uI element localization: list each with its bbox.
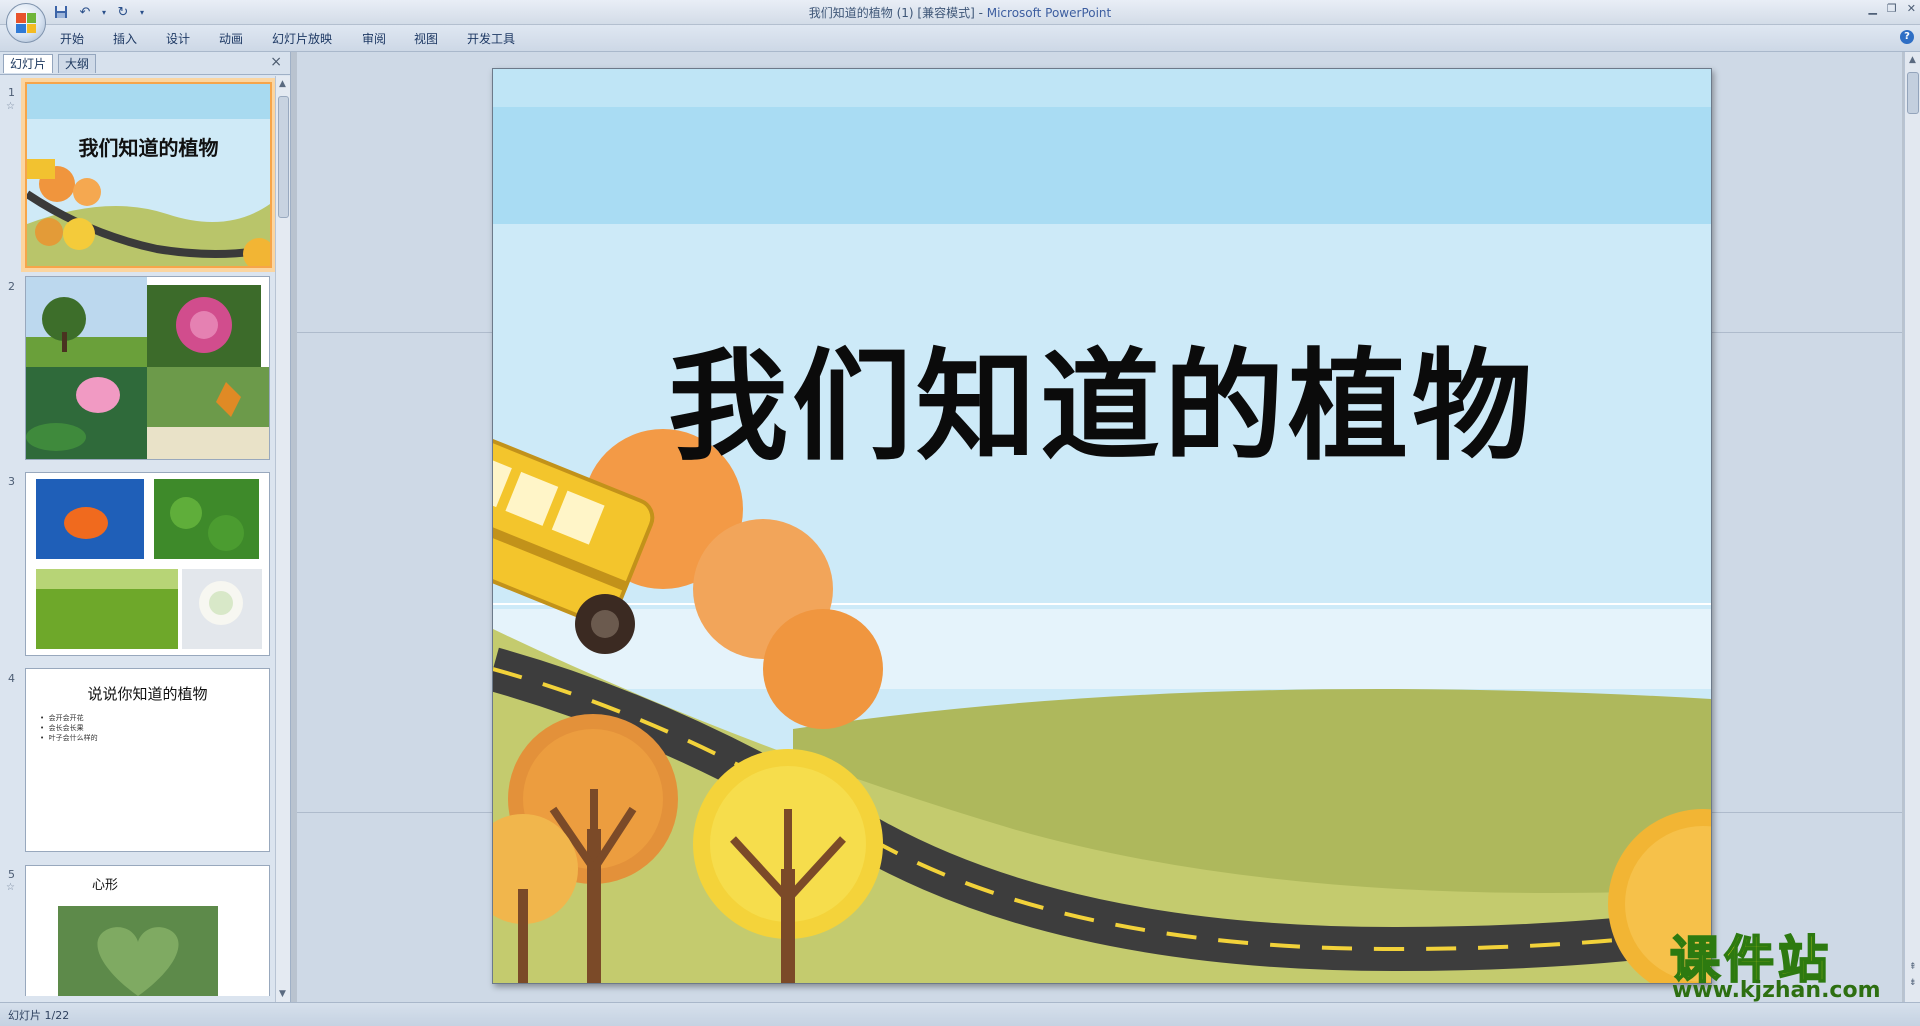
status-bar: 幻灯片 1/22 xyxy=(0,1002,1920,1026)
slide-number: 3 xyxy=(8,475,15,488)
slide-2-thumb-art xyxy=(26,277,269,459)
pane-tabs: 幻灯片 大纲 × xyxy=(0,52,290,75)
slide-title[interactable]: 我们知道的植物 xyxy=(493,309,1711,483)
office-button[interactable] xyxy=(6,3,46,43)
slide-thumbnail-list: 1 ☆ 我们知道的植物 2 3 4 说说你知道的植物 • 会开会开花 • 会长会… xyxy=(0,76,275,996)
slide-number: 5 xyxy=(8,868,15,881)
current-slide[interactable]: 我们知道的植物 xyxy=(492,68,1712,984)
help-icon[interactable]: ? xyxy=(1900,30,1914,44)
tab-view[interactable]: 视图 xyxy=(414,30,438,47)
slide-thumbnail-5[interactable]: 心形 xyxy=(25,865,270,996)
bullet-item: • 叶子会什么样的 xyxy=(40,734,98,742)
window-controls: ▁ ❐ ✕ xyxy=(1868,2,1916,15)
close-icon[interactable]: ✕ xyxy=(1907,2,1916,15)
main-vertical-scrollbar[interactable]: ▲ ⇞ ⇟ xyxy=(1904,52,1920,1002)
tab-insert[interactable]: 插入 xyxy=(113,30,137,47)
next-slide-icon[interactable]: ⇟ xyxy=(1909,978,1917,988)
bullet-item: • 会长会长果 xyxy=(40,724,84,732)
tab-animations[interactable]: 动画 xyxy=(219,30,243,47)
animation-star-icon: ☆ xyxy=(6,101,15,112)
tab-home[interactable]: 开始 xyxy=(60,30,84,47)
slide-thumbnail-1[interactable]: 我们知道的植物 xyxy=(25,82,272,268)
app-name: Microsoft PowerPoint xyxy=(986,6,1112,20)
restore-icon[interactable]: ❐ xyxy=(1887,2,1897,15)
tab-slides[interactable]: 幻灯片 xyxy=(3,54,54,73)
office-logo-icon xyxy=(16,13,36,33)
bullet-item: • 会开会开花 xyxy=(40,714,84,722)
slides-pane: 幻灯片 大纲 × 1 ☆ 我们知道的植物 2 3 4 说说你知道的植物 • 会开… xyxy=(0,52,291,1002)
slide-thumbnail-4[interactable]: 说说你知道的植物 • 会开会开花 • 会长会长果 • 叶子会什么样的 xyxy=(25,668,270,852)
slide-3-thumb-art xyxy=(26,473,269,655)
window-title: 我们知道的植物 (1) [兼容模式] - Microsoft PowerPoin… xyxy=(0,4,1920,21)
tab-design[interactable]: 设计 xyxy=(166,30,190,47)
slide-number: 1 xyxy=(8,86,15,99)
slide-thumbnail-3[interactable] xyxy=(25,472,270,656)
scroll-down-arrow-icon[interactable]: ▼ xyxy=(279,989,286,999)
pane-close-icon[interactable]: × xyxy=(270,54,282,70)
tab-outline[interactable]: 大纲 xyxy=(58,54,97,73)
slide-thumbnail-2[interactable] xyxy=(25,276,270,460)
minimize-icon[interactable]: ▁ xyxy=(1868,2,1876,15)
slide-1-thumb-art xyxy=(27,84,270,266)
scroll-up-arrow-icon[interactable]: ▲ xyxy=(279,79,286,89)
scrollbar-thumb[interactable] xyxy=(1907,72,1919,114)
slide-number: 2 xyxy=(8,280,15,293)
title-bar: ↶ ▾ ↻ ▾ 我们知道的植物 (1) [兼容模式] - Microsoft P… xyxy=(0,0,1920,25)
watermark-url: www.kjzhan.com xyxy=(1672,978,1881,1003)
scroll-up-arrow-icon[interactable]: ▲ xyxy=(1909,55,1916,65)
scrollbar-thumb[interactable] xyxy=(278,96,289,218)
tab-review[interactable]: 审阅 xyxy=(362,30,386,47)
slide-1-thumb-title: 我们知道的植物 xyxy=(78,136,219,160)
slide-background-art xyxy=(493,69,1711,983)
thumbnail-scrollbar[interactable]: ▲ ▼ xyxy=(275,76,290,1002)
previous-slide-icon[interactable]: ⇞ xyxy=(1909,962,1917,972)
slide-number: 4 xyxy=(8,672,15,685)
ribbon-tabs: 开始 插入 设计 动画 幻灯片放映 审阅 视图 开发工具 ? xyxy=(0,25,1920,52)
animation-star-icon: ☆ xyxy=(6,882,15,893)
slide-counter: 幻灯片 1/22 xyxy=(8,1009,70,1022)
watermark-logo: 课件站 www.kjzhan.com xyxy=(1669,920,1905,1003)
title-separator: - xyxy=(974,6,987,20)
tab-developer[interactable]: 开发工具 xyxy=(467,30,515,47)
document-title: 我们知道的植物 (1) [兼容模式] xyxy=(808,6,975,20)
slide-5-thumb-art xyxy=(58,906,218,996)
slide-4-thumb-bullets: • 会开会开花 • 会长会长果 • 叶子会什么样的 xyxy=(40,713,98,743)
tab-slideshow[interactable]: 幻灯片放映 xyxy=(272,30,332,47)
slide-4-thumb-title: 说说你知道的植物 xyxy=(87,685,208,703)
